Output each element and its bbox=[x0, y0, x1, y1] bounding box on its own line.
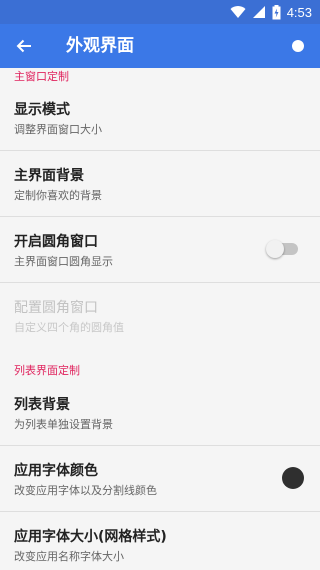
app-bar: 外观界面 bbox=[0, 24, 320, 68]
setting-title: 配置圆角窗口 bbox=[14, 300, 98, 316]
setting-title: 应用字体颜色 bbox=[14, 463, 98, 479]
white-dot-icon[interactable] bbox=[292, 40, 304, 52]
font-color-swatch[interactable] bbox=[282, 467, 304, 489]
setting-subtitle: 自定义四个角的圆角值 bbox=[14, 321, 124, 334]
arrow-back-icon[interactable] bbox=[14, 36, 34, 56]
setting-title: 主界面背景 bbox=[14, 168, 84, 184]
setting-subtitle: 调整界面窗口大小 bbox=[14, 123, 102, 136]
section-header-list-view: 列表界面定制 bbox=[14, 364, 80, 377]
setting-subtitle: 改变应用名称字体大小 bbox=[14, 550, 124, 563]
rounded-window-toggle[interactable] bbox=[266, 240, 298, 258]
setting-subtitle: 主界面窗口圆角显示 bbox=[14, 255, 113, 268]
setting-subtitle: 为列表单独设置背景 bbox=[14, 418, 113, 431]
setting-rounded-window[interactable]: 开启圆角窗口 主界面窗口圆角显示 bbox=[0, 217, 320, 281]
signal-icon bbox=[252, 6, 265, 18]
status-bar: 4:53 bbox=[0, 0, 320, 24]
setting-font-size[interactable]: 应用字体大小(网格样式) 改变应用名称字体大小 bbox=[0, 512, 320, 570]
section-header-main-window: 主窗口定制 bbox=[14, 70, 69, 83]
setting-rounded-config: 配置圆角窗口 自定义四个角的圆角值 bbox=[0, 283, 320, 347]
clock: 4:53 bbox=[286, 4, 312, 20]
battery-charging-icon bbox=[272, 4, 281, 19]
setting-title: 开启圆角窗口 bbox=[14, 234, 98, 250]
toggle-knob bbox=[266, 240, 284, 258]
setting-display-mode[interactable]: 显示模式 调整界面窗口大小 bbox=[0, 85, 320, 149]
settings-list: 主窗口定制 显示模式 调整界面窗口大小 主界面背景 定制你喜欢的背景 开启圆角窗… bbox=[0, 68, 320, 570]
page-title: 外观界面 bbox=[66, 36, 134, 56]
setting-subtitle: 改变应用字体以及分割线颜色 bbox=[14, 484, 157, 497]
wifi-icon bbox=[230, 6, 246, 19]
setting-subtitle: 定制你喜欢的背景 bbox=[14, 189, 102, 202]
setting-main-background[interactable]: 主界面背景 定制你喜欢的背景 bbox=[0, 151, 320, 215]
setting-title: 显示模式 bbox=[14, 102, 70, 118]
setting-font-color[interactable]: 应用字体颜色 改变应用字体以及分割线颜色 bbox=[0, 446, 320, 510]
setting-list-background[interactable]: 列表背景 为列表单独设置背景 bbox=[0, 380, 320, 444]
setting-title: 应用字体大小(网格样式) bbox=[14, 529, 167, 545]
setting-title: 列表背景 bbox=[14, 397, 70, 413]
